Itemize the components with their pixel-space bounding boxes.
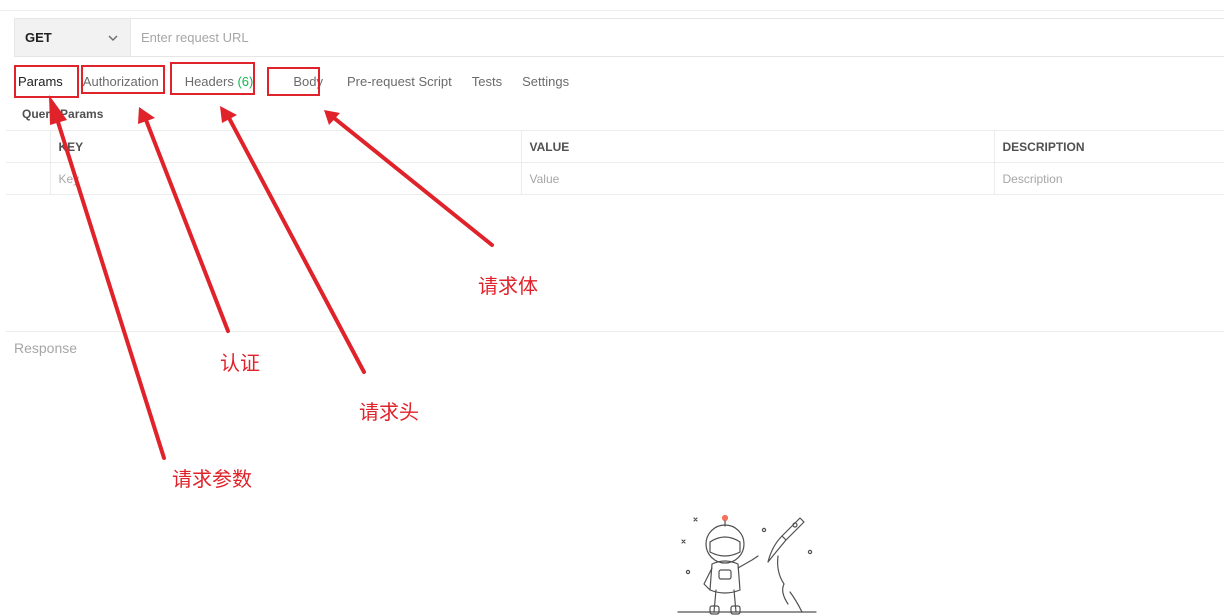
top-strip — [0, 0, 1224, 11]
column-header-value: VALUE — [520, 130, 994, 163]
body-arrowhead — [324, 110, 340, 125]
params-annotation: 请求参数 — [172, 467, 252, 491]
headers-highlight-box — [170, 62, 255, 95]
body-annotation: 请求体 — [478, 274, 538, 298]
body-highlight-box — [267, 67, 320, 96]
tab-pre-request-script[interactable]: Pre-request Script — [343, 74, 456, 89]
key-input[interactable]: Key — [49, 162, 521, 195]
method-select[interactable]: GET — [15, 19, 131, 56]
response-divider — [6, 331, 1224, 332]
url-bar: GET — [14, 18, 1224, 57]
authorization-annotation: 认证 — [220, 351, 260, 375]
column-header-key: KEY — [49, 130, 521, 163]
method-label: GET — [25, 30, 52, 45]
column-header-description: DESCRIPTION — [993, 130, 1224, 163]
astronaut-illustration-icon — [677, 514, 817, 615]
row-check-cell[interactable] — [6, 162, 50, 195]
authorization-highlight-box — [81, 65, 165, 94]
params-highlight-box — [14, 65, 79, 98]
chevron-down-icon — [108, 35, 118, 41]
params-table: KEY VALUE DESCRIPTION Key Value Descript… — [6, 130, 1224, 195]
header-check-cell — [6, 130, 50, 163]
table-header-row: KEY VALUE DESCRIPTION — [6, 130, 1224, 163]
query-params-label: Query Params — [22, 107, 104, 121]
description-input[interactable]: Description — [993, 162, 1224, 195]
headers-arrowhead — [220, 106, 237, 123]
table-row: Key Value Description — [6, 162, 1224, 195]
headers-annotation: 请求头 — [359, 400, 419, 424]
tab-settings[interactable]: Settings — [518, 74, 573, 89]
response-label: Response — [14, 340, 78, 356]
authorization-arrowhead — [138, 107, 155, 124]
value-input[interactable]: Value — [520, 162, 994, 195]
url-input[interactable] — [131, 19, 1224, 56]
tab-tests[interactable]: Tests — [468, 74, 506, 89]
